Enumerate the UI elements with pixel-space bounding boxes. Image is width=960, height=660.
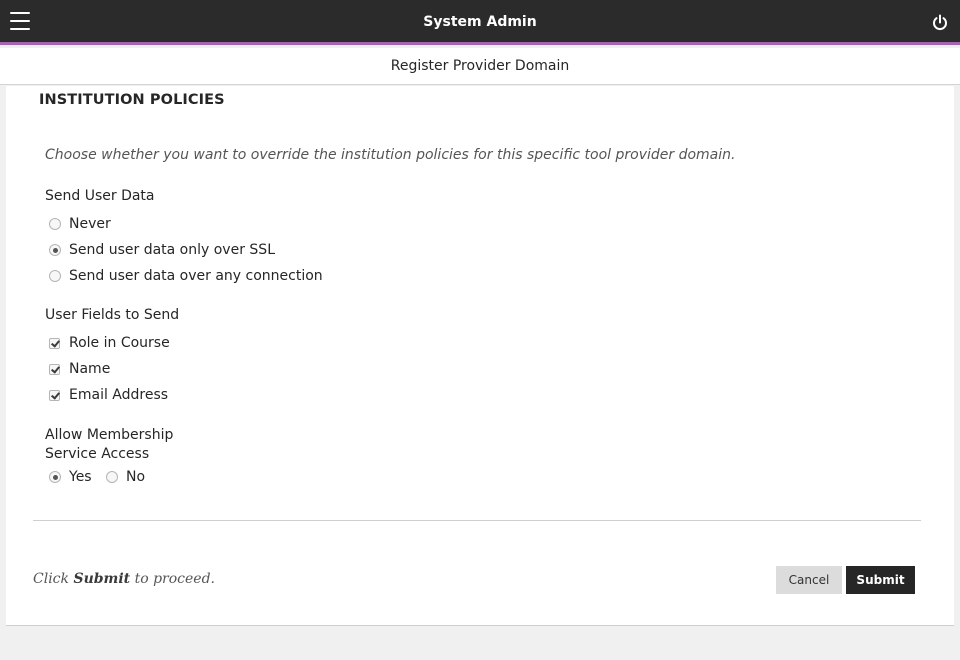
membership-label-line1: Allow Membership — [45, 427, 174, 443]
radio-send-never[interactable]: Never — [49, 215, 111, 233]
top-bar: System Admin — [0, 0, 960, 45]
radio-membership-no[interactable]: No — [106, 468, 145, 486]
radio-button[interactable] — [49, 270, 61, 282]
hint-prefix: Click — [33, 571, 69, 587]
checkbox-name[interactable]: Name — [49, 360, 110, 378]
user-fields-label: User Fields to Send — [45, 307, 180, 323]
instructions-text: Choose whether you want to override the … — [45, 147, 736, 163]
section-title: INSTITUTION POLICIES — [39, 92, 225, 108]
divider — [33, 520, 921, 521]
app-title: System Admin — [423, 14, 537, 30]
send-user-data-label: Send User Data — [45, 188, 155, 204]
hamburger-menu-icon[interactable] — [10, 12, 30, 30]
hint-strong: Submit — [73, 571, 131, 587]
radio-label: Send user data only over SSL — [69, 242, 275, 258]
power-icon[interactable] — [932, 14, 948, 32]
main-panel: INSTITUTION POLICIES Choose whether you … — [6, 86, 954, 626]
checkbox-label: Name — [69, 361, 111, 377]
radio-button[interactable] — [49, 218, 61, 230]
membership-label-line2: Service Access — [45, 446, 150, 462]
radio-label: No — [126, 469, 146, 485]
hint-suffix: to proceed. — [134, 571, 216, 587]
submit-hint: Click Submit to proceed. — [33, 571, 215, 587]
radio-button[interactable] — [49, 471, 61, 483]
checkbox-label: Email Address — [69, 387, 169, 403]
checkbox[interactable] — [49, 363, 60, 375]
checkbox-label: Role in Course — [69, 335, 170, 351]
submit-button[interactable]: Submit — [846, 566, 915, 594]
checkbox[interactable] — [49, 389, 60, 401]
cancel-button[interactable]: Cancel — [776, 566, 842, 594]
radio-membership-yes[interactable]: Yes — [49, 468, 92, 486]
radio-button[interactable] — [106, 471, 118, 483]
page-title: Register Provider Domain — [0, 48, 960, 85]
radio-send-ssl-only[interactable]: Send user data only over SSL — [49, 241, 275, 259]
radio-label: Never — [69, 216, 111, 232]
checkbox-role-in-course[interactable]: Role in Course — [49, 334, 170, 352]
checkbox[interactable] — [49, 337, 60, 349]
radio-label: Send user data over any connection — [69, 268, 323, 284]
radio-label: Yes — [69, 469, 92, 485]
radio-button[interactable] — [49, 244, 61, 256]
checkbox-email-address[interactable]: Email Address — [49, 386, 168, 404]
radio-send-any-connection[interactable]: Send user data over any connection — [49, 267, 323, 285]
